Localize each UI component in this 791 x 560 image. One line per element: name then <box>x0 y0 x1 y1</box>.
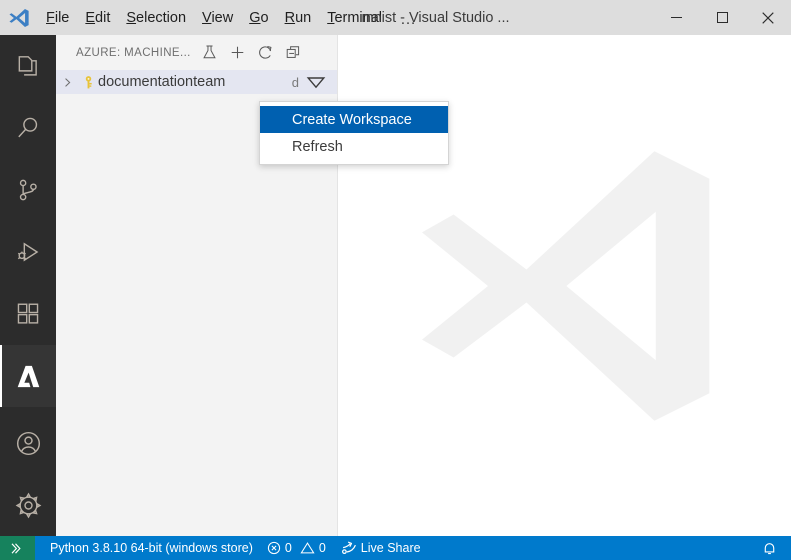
menu-file-mnemonic: F <box>46 9 55 26</box>
sidebar-item-explorer[interactable] <box>0 35 56 97</box>
refresh-icon <box>257 44 274 61</box>
status-badge[interactable]: 0 0 <box>260 536 333 560</box>
menu-edit-rest: dit <box>95 9 111 26</box>
live-share-label: Live Share <box>360 541 421 555</box>
vscode-logo-watermark-icon <box>400 121 730 451</box>
menu-go-mnemonic: G <box>249 9 261 26</box>
error-count: 0 <box>284 541 292 555</box>
minimize-icon[interactable] <box>653 0 699 35</box>
context-menu-item-create-workspace[interactable]: Create Workspace <box>260 106 448 133</box>
sidebar-header: AZURE: MACHINE... <box>56 35 337 70</box>
sidebar-title: AZURE: MACHINE... <box>76 46 191 59</box>
sidebar-item-extensions[interactable] <box>0 283 56 345</box>
live-share-icon <box>340 541 357 555</box>
menu-selection[interactable]: Selection <box>118 0 194 35</box>
collapse-all-button[interactable] <box>281 41 307 65</box>
live-share-button[interactable]: Live Share <box>333 536 428 560</box>
menu-view[interactable]: View <box>194 0 241 35</box>
window-controls <box>653 0 791 35</box>
extensions-icon <box>15 301 41 327</box>
menu-run[interactable]: Run <box>277 0 320 35</box>
sidebar-item-azure[interactable] <box>0 345 56 407</box>
files-icon <box>15 53 41 79</box>
menu-terminal[interactable]: Terminal <box>319 0 390 35</box>
remote-indicator-button[interactable] <box>0 536 35 560</box>
vscode-logo-icon <box>0 0 38 35</box>
menu-selection-rest: election <box>136 9 187 26</box>
menu-run-rest: un <box>295 9 312 26</box>
status-bar: Python 3.8.10 64-bit (windows store) 0 0 <box>0 536 791 560</box>
error-circle-icon <box>267 541 281 555</box>
python-interpreter-label: Python 3.8.10 64-bit (windows store) <box>50 541 253 555</box>
tree-item-trailing-text: ԁ <box>291 74 299 90</box>
create-button[interactable] <box>225 41 251 65</box>
sidebar-item-search[interactable] <box>0 97 56 159</box>
menu-file[interactable]: File <box>38 0 77 35</box>
source-control-branch-icon <box>15 177 41 203</box>
menu-file-rest: ile <box>54 9 70 26</box>
plus-icon <box>229 44 246 61</box>
beaker-icon <box>201 44 218 61</box>
collapse-all-icon <box>285 44 302 61</box>
gear-icon <box>15 492 42 519</box>
menu-run-mnemonic: R <box>284 9 296 26</box>
menu-overflow-button[interactable]: … <box>390 0 428 35</box>
azure-logo-icon <box>15 363 42 390</box>
view-experiments-button[interactable] <box>197 41 223 65</box>
triangle-down-icon[interactable] <box>299 70 333 94</box>
search-icon <box>15 115 41 141</box>
key-icon <box>78 71 98 93</box>
menu-edit-mnemonic: E <box>85 9 96 26</box>
tree-item-label: documentationteam <box>98 74 226 90</box>
warning-count: 0 <box>318 541 326 555</box>
run-and-debug-icon <box>15 239 41 265</box>
azure-ml-tree: documentationteam ԁ <box>56 70 337 94</box>
sidebar-item-source-control[interactable] <box>0 159 56 221</box>
menu-view-rest: iew <box>211 9 234 26</box>
sidebar-item-accounts[interactable] <box>0 412 56 474</box>
sidebar-item-run-and-debug[interactable] <box>0 221 56 283</box>
context-menu[interactable]: Create Workspace Refresh <box>259 101 449 165</box>
table-row[interactable]: documentationteam ԁ <box>56 70 337 94</box>
account-circle-icon <box>15 430 42 457</box>
notifications-button[interactable] <box>755 536 791 560</box>
context-menu-item-refresh[interactable]: Refresh <box>260 133 448 160</box>
bell-icon <box>762 541 777 556</box>
sidebar-item-manage-settings[interactable] <box>0 474 56 536</box>
title-bar: File Edit Selection View Go Run Terminal… <box>0 0 791 35</box>
menu-go-rest: o <box>260 9 269 26</box>
refresh-button[interactable] <box>253 41 279 65</box>
maximize-icon[interactable] <box>699 0 745 35</box>
vscode-window: File Edit Selection View Go Run Terminal… <box>0 0 791 560</box>
menu-selection-mnemonic: S <box>126 9 137 26</box>
warning-triangle-icon <box>300 541 315 555</box>
close-icon[interactable] <box>745 0 791 35</box>
activity-bar <box>0 35 56 536</box>
sidebar-actions <box>197 41 307 65</box>
menu-go[interactable]: Go <box>241 0 276 35</box>
python-interpreter-status[interactable]: Python 3.8.10 64-bit (windows store) <box>43 536 260 560</box>
menu-edit[interactable]: Edit <box>77 0 118 35</box>
chevron-right-icon[interactable] <box>56 71 78 93</box>
menu-terminal-rest: erminal <box>334 9 382 26</box>
remote-explorer-icon <box>10 542 25 555</box>
menu-bar[interactable]: File Edit Selection View Go Run Terminal… <box>38 0 428 35</box>
